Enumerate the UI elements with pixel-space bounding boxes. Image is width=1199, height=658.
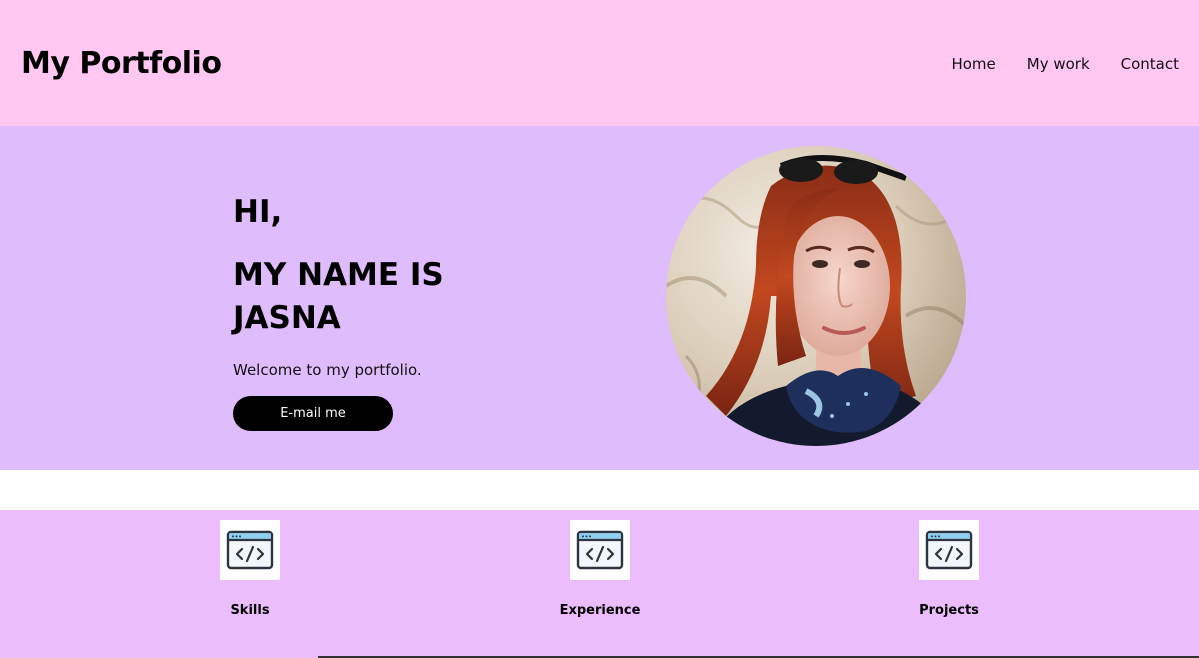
hero-welcome-text: Welcome to my portfolio.	[233, 361, 422, 379]
code-window-icon	[919, 520, 979, 580]
skills-card[interactable]: Skills	[160, 520, 340, 619]
site-title[interactable]: My Portfolio	[21, 44, 222, 84]
code-window-icon	[570, 520, 630, 580]
hero-name: MY NAME IS JASNA	[233, 257, 444, 336]
projects-card[interactable]: Projects	[859, 520, 1039, 619]
profile-photo-illustration	[666, 146, 966, 446]
code-window-icon	[220, 520, 280, 580]
hero-greeting: HI,	[233, 194, 283, 230]
profile-photo	[666, 146, 966, 446]
email-me-button[interactable]: E-mail me	[233, 396, 393, 431]
skills-label: Skills	[230, 603, 270, 618]
nav-home-link[interactable]: Home	[951, 53, 995, 75]
hero-section: HI, MY NAME IS JASNA Welcome to my portf…	[0, 126, 1199, 470]
main-nav: Home My work Contact	[951, 53, 1179, 75]
site-header: My Portfolio Home My work Contact	[0, 0, 1199, 126]
nav-contact-link[interactable]: Contact	[1121, 53, 1179, 75]
projects-label: Projects	[919, 603, 979, 618]
highlights-section: Skills Experience Projects	[0, 510, 1199, 658]
experience-card[interactable]: Experience	[510, 520, 690, 619]
experience-label: Experience	[559, 603, 641, 618]
nav-my-work-link[interactable]: My work	[1027, 53, 1090, 75]
